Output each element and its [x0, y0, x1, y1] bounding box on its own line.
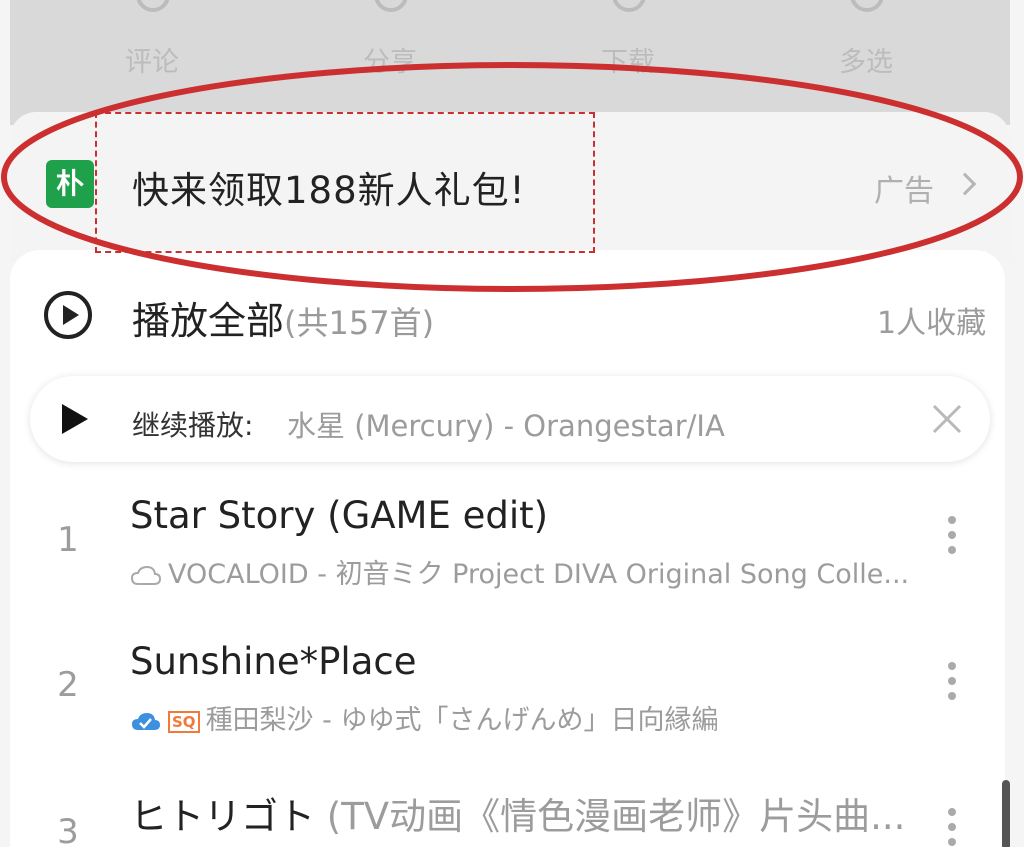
cloud-check-icon — [132, 712, 160, 730]
song-index: 1 — [57, 520, 79, 560]
sq-badge: SQ — [168, 710, 200, 733]
multiselect-icon — [850, 0, 884, 12]
resume-label: 继续播放: — [132, 409, 254, 442]
song-artist-album: VOCALOID - 初音ミク Project DIVA Original So… — [168, 559, 910, 590]
annotation-ellipse — [1, 62, 1023, 292]
song-subtitle: VOCALOID - 初音ミク Project DIVA Original So… — [130, 552, 909, 591]
song-title-suffix: (TV动画《情色漫画老师》片头曲... — [315, 795, 906, 838]
play-all-label: 播放全部 — [132, 299, 285, 343]
cloud-icon — [130, 565, 162, 585]
resume-track[interactable]: 水星 (Mercury) - Orangestar/IA — [287, 403, 725, 445]
close-icon[interactable] — [930, 402, 964, 436]
song-index: 3 — [57, 812, 79, 847]
song-count: (共157首) — [284, 304, 435, 342]
scrollbar[interactable] — [1002, 780, 1010, 847]
song-title-main: ヒトリゴト — [130, 795, 315, 838]
download-icon — [612, 0, 646, 12]
play-icon[interactable] — [62, 404, 88, 434]
song-index: 2 — [57, 665, 79, 705]
song-title[interactable]: ヒトリゴト (TV动画《情色漫画老师》片头曲... — [130, 786, 905, 840]
more-icon[interactable] — [946, 808, 958, 847]
more-icon[interactable] — [946, 662, 958, 712]
song-title[interactable]: Star Story (GAME edit) — [130, 494, 548, 537]
more-icon[interactable] — [946, 516, 958, 566]
favorites-count[interactable]: 1人收藏 — [877, 298, 986, 342]
share-icon — [374, 0, 408, 12]
comment-icon — [136, 0, 170, 12]
song-artist-album: 種田梨沙 - ゆゆ式「さんげんめ」日向縁編 — [205, 705, 719, 736]
song-subtitle: SQ 種田梨沙 - ゆゆ式「さんげんめ」日向縁編 — [130, 698, 718, 737]
song-title[interactable]: Sunshine*Place — [130, 640, 416, 683]
